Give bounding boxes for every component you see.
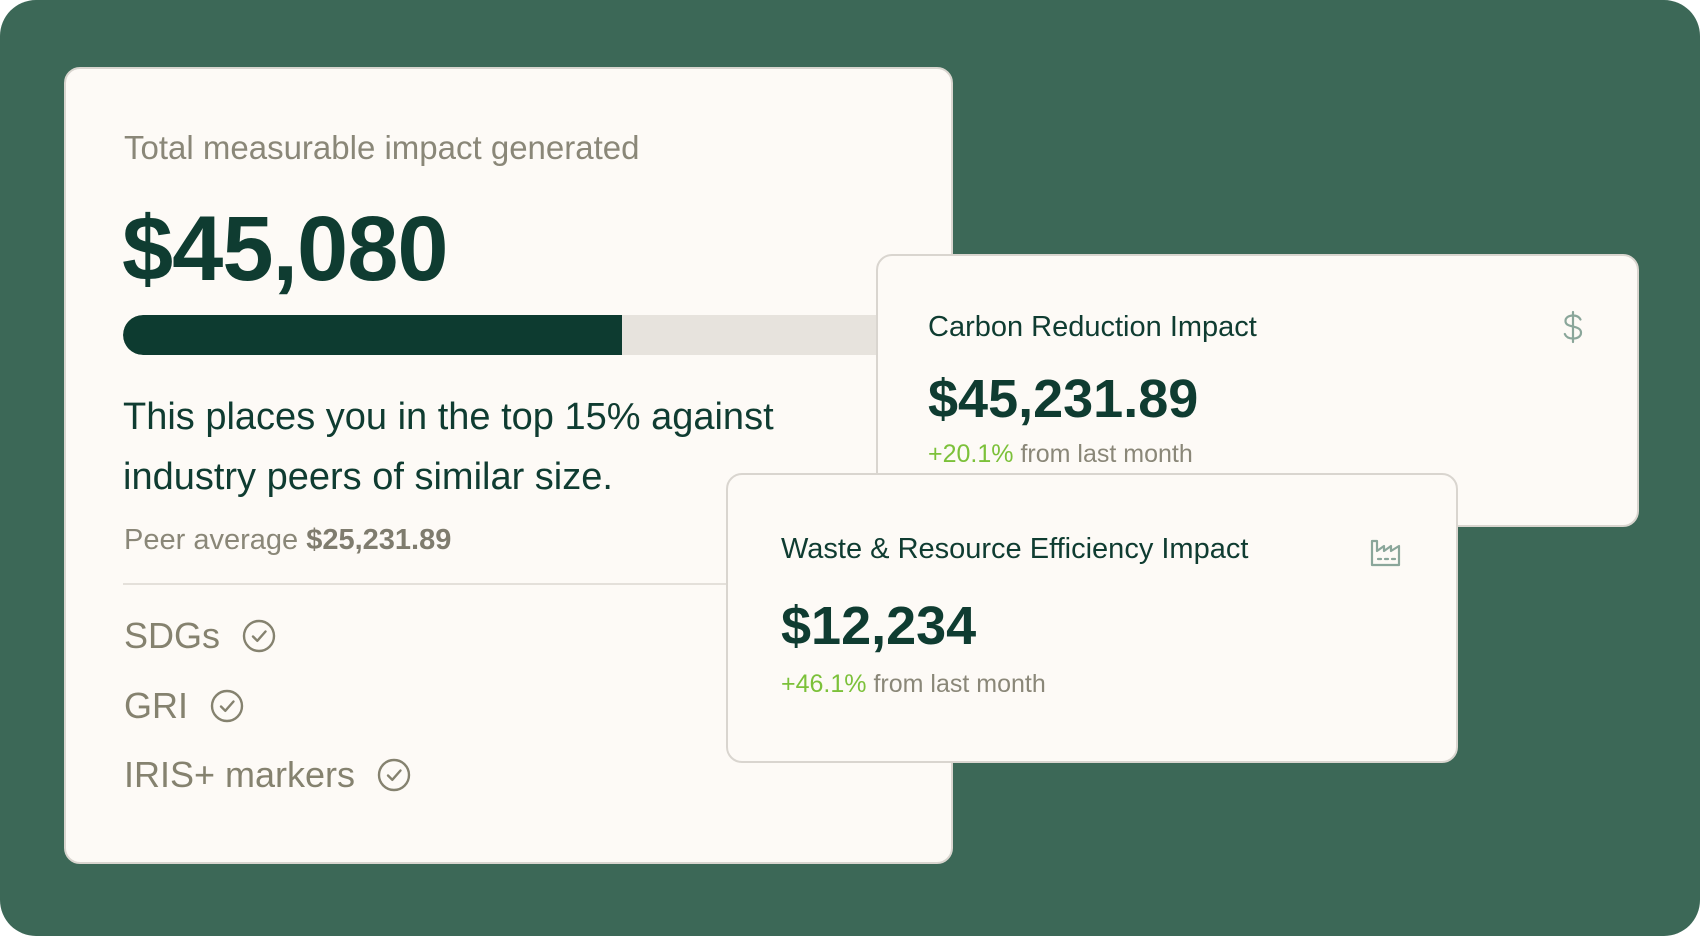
framework-label: SDGs — [124, 615, 221, 656]
framework-item-gri: GRI — [124, 683, 244, 729]
framework-label: IRIS+ markers — [124, 754, 356, 795]
waste-card-value: $12,234 — [781, 596, 977, 656]
framework-item-sdgs: SDGs — [124, 613, 276, 659]
waste-card-change: +46.1% from last month — [781, 670, 1046, 699]
framework-label: GRI — [124, 685, 189, 726]
factory-icon — [1370, 539, 1401, 567]
carbon-card-change: +20.1% from last month — [928, 440, 1193, 469]
carbon-card-value: $45,231.89 — [928, 369, 1199, 429]
change-percent: +20.1% — [928, 440, 1014, 468]
background-canvas: Total measurable impact generated $45,08… — [0, 0, 1700, 936]
change-suffix: from last month — [1020, 440, 1193, 468]
impact-progress-bar — [123, 315, 955, 355]
total-impact-value: $45,080 — [122, 198, 449, 300]
peer-average-label: Peer average — [124, 524, 299, 556]
total-impact-label: Total measurable impact generated — [124, 129, 640, 166]
waste-card-title: Waste & Resource Efficiency Impact — [781, 533, 1249, 565]
change-suffix: from last month — [873, 670, 1046, 698]
waste-efficiency-card: Waste & Resource Efficiency Impact $12,2… — [726, 473, 1458, 763]
dollar-icon — [1563, 310, 1583, 344]
framework-item-iris: IRIS+ markers — [124, 752, 411, 798]
peer-average-value: $25,231.89 — [306, 524, 452, 556]
check-circle-icon — [377, 758, 411, 792]
check-circle-icon — [210, 689, 244, 723]
impact-progress-fill — [123, 315, 623, 355]
carbon-card-title: Carbon Reduction Impact — [928, 311, 1257, 343]
peer-average: Peer average $25,231.89 — [124, 524, 451, 557]
check-circle-icon — [242, 619, 276, 653]
change-percent: +46.1% — [781, 670, 867, 698]
